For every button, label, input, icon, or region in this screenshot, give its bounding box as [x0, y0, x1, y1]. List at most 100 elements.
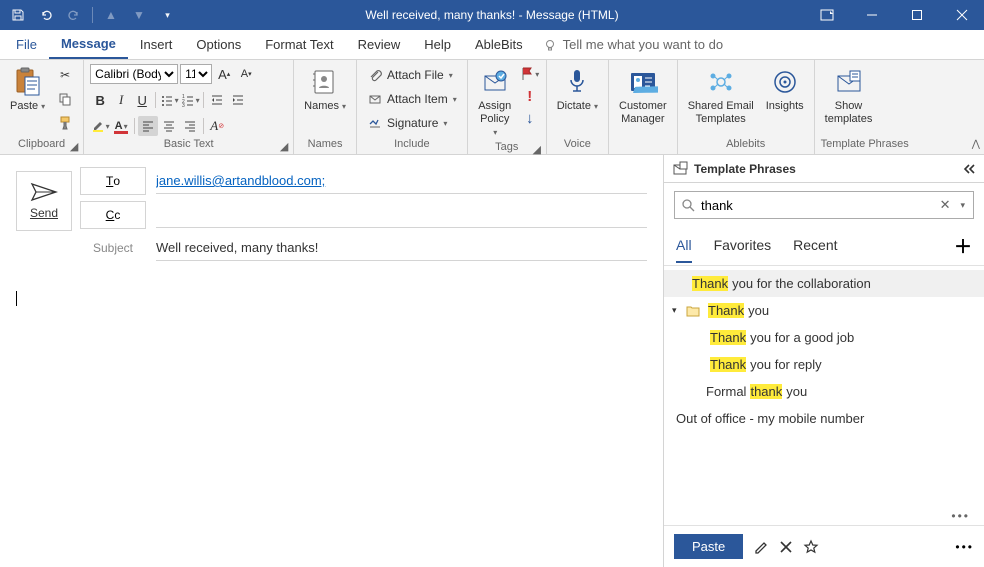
bold-button[interactable]: B	[90, 90, 110, 110]
template-search-input[interactable]	[701, 198, 932, 213]
prev-item-qat-button[interactable]: ▲	[99, 3, 123, 27]
ribbon-group-ablebits: Shared Email Templates Insights Ablebits	[678, 60, 815, 154]
high-importance-button[interactable]: !	[520, 86, 540, 106]
collapse-ribbon-button[interactable]: ⋀	[972, 139, 980, 150]
qat-customize-button[interactable]: ▾	[155, 3, 179, 27]
maximize-button[interactable]	[894, 0, 939, 30]
format-painter-button[interactable]	[53, 112, 77, 134]
ribbon-group-basic-text: Calibri (Body) 11 A▴ A▾ B I U ▾ 123▾ ▾ A…	[84, 60, 294, 154]
ribbon-group-clipboard: Paste▾ ✂ Clipboard◢	[0, 60, 84, 154]
search-dropdown-button[interactable]: ▾	[958, 200, 967, 211]
menubar: File Message Insert Options Format Text …	[0, 30, 984, 60]
cc-button[interactable]: Cc	[80, 201, 146, 229]
menu-options[interactable]: Options	[184, 30, 253, 59]
titlebar: ▲ ▼ ▾ Well received, many thanks! - Mess…	[0, 0, 984, 30]
clear-formatting-button[interactable]: A⊘	[207, 116, 227, 136]
paste-template-button[interactable]: Paste	[674, 534, 743, 559]
favorite-template-button[interactable]	[803, 539, 819, 555]
insights-button[interactable]: Insights	[762, 64, 808, 115]
send-button[interactable]: Send	[16, 171, 72, 231]
close-button[interactable]	[939, 0, 984, 30]
assign-policy-button[interactable]: Assign Policy ▾	[474, 64, 516, 139]
tab-favorites[interactable]: Favorites	[714, 237, 772, 261]
template-list-more[interactable]: •••	[664, 507, 984, 525]
cut-button[interactable]: ✂	[53, 64, 77, 86]
paste-button[interactable]: Paste▾	[6, 64, 49, 115]
clear-search-button[interactable]: ✕	[938, 197, 953, 213]
to-field[interactable]	[156, 168, 647, 194]
delete-template-button[interactable]	[779, 540, 793, 554]
grow-font-button[interactable]: A▴	[214, 64, 234, 84]
customer-manager-button[interactable]: Customer Manager	[615, 64, 671, 128]
template-item[interactable]: Out of office - my mobile number	[664, 405, 984, 432]
shrink-font-button[interactable]: A▾	[236, 64, 256, 84]
align-center-button[interactable]	[159, 116, 179, 136]
menu-file[interactable]: File	[4, 30, 49, 59]
tags-dialog-launcher[interactable]: ◢	[532, 143, 542, 153]
folder-collapse-icon[interactable]: ▾	[672, 305, 682, 316]
decrease-indent-button[interactable]	[207, 90, 227, 110]
template-footer-more[interactable]: •••	[955, 540, 974, 554]
expand-pane-button[interactable]	[962, 163, 976, 175]
template-list: Thank you for the collaboration ▾ Thank …	[664, 266, 984, 507]
redo-qat-button[interactable]	[62, 3, 86, 27]
to-button[interactable]: To	[80, 167, 146, 195]
ribbon-display-options-button[interactable]	[804, 0, 849, 30]
minimize-button[interactable]	[849, 0, 894, 30]
clipboard-dialog-launcher[interactable]: ◢	[69, 140, 79, 150]
template-item[interactable]: Thank you for the collaboration	[664, 270, 984, 297]
template-item[interactable]: Thank you for a good job	[664, 324, 984, 351]
undo-qat-button[interactable]	[34, 3, 58, 27]
subject-field[interactable]	[156, 235, 647, 261]
next-item-qat-button[interactable]: ▼	[127, 3, 151, 27]
names-button[interactable]: Names▾	[300, 64, 350, 115]
font-color-button[interactable]: A▾	[111, 116, 131, 136]
increase-indent-button[interactable]	[228, 90, 248, 110]
numbering-button[interactable]: 123▾	[180, 90, 200, 110]
signature-button[interactable]: Signature▾	[363, 112, 461, 134]
folder-icon	[686, 305, 700, 317]
low-importance-button[interactable]: ↓	[520, 108, 540, 128]
follow-up-button[interactable]: ▾	[520, 64, 540, 84]
svg-text:3: 3	[182, 103, 185, 107]
basic-text-dialog-launcher[interactable]: ◢	[279, 140, 289, 150]
align-right-button[interactable]	[180, 116, 200, 136]
attach-item-button[interactable]: Attach Item▾	[363, 88, 461, 110]
cc-field[interactable]	[156, 202, 647, 228]
dictate-button[interactable]: Dictate▾	[553, 64, 602, 115]
cut-icon: ✂	[57, 67, 73, 83]
align-left-button[interactable]	[138, 116, 158, 136]
message-body[interactable]	[0, 279, 663, 567]
font-size-select[interactable]: 11	[180, 64, 212, 84]
template-search-box[interactable]: ✕ ▾	[674, 191, 974, 219]
menu-help[interactable]: Help	[412, 30, 463, 59]
template-item[interactable]: Thank you for reply	[664, 351, 984, 378]
template-folder[interactable]: ▾ Thank you	[664, 297, 984, 324]
underline-button[interactable]: U	[132, 90, 152, 110]
menu-review[interactable]: Review	[346, 30, 413, 59]
font-name-select[interactable]: Calibri (Body)	[90, 64, 178, 84]
menu-format-text[interactable]: Format Text	[253, 30, 345, 59]
menu-insert[interactable]: Insert	[128, 30, 185, 59]
show-templates-button[interactable]: Show templates	[821, 64, 877, 128]
tab-all[interactable]: All	[676, 237, 692, 263]
shared-email-templates-button[interactable]: Shared Email Templates	[684, 64, 758, 128]
menu-ablebits[interactable]: AbleBits	[463, 30, 535, 59]
highlight-button[interactable]: ▾	[90, 116, 110, 136]
template-pane-header: Template Phrases	[664, 155, 984, 183]
ribbon-group-voice: Dictate▾ Voice	[547, 60, 609, 154]
copy-button[interactable]	[53, 88, 77, 110]
ribbon: Paste▾ ✂ Clipboard◢ Calibri (Body) 11 A▴…	[0, 60, 984, 155]
ribbon-group-template-phrases: Show templates Template Phrases	[815, 60, 915, 154]
template-item[interactable]: Formal thank you	[664, 378, 984, 405]
attach-file-button[interactable]: Attach File▾	[363, 64, 461, 86]
edit-template-button[interactable]	[753, 539, 769, 555]
italic-button[interactable]: I	[111, 90, 131, 110]
tab-recent[interactable]: Recent	[793, 237, 837, 261]
bullets-button[interactable]: ▾	[159, 90, 179, 110]
template-phrases-pane: Template Phrases ✕ ▾ All Favorites Recen…	[664, 155, 984, 567]
tell-me-search[interactable]: Tell me what you want to do	[543, 30, 723, 59]
add-template-button[interactable]: ＋	[954, 233, 972, 265]
save-qat-button[interactable]	[6, 3, 30, 27]
menu-message[interactable]: Message	[49, 30, 128, 59]
